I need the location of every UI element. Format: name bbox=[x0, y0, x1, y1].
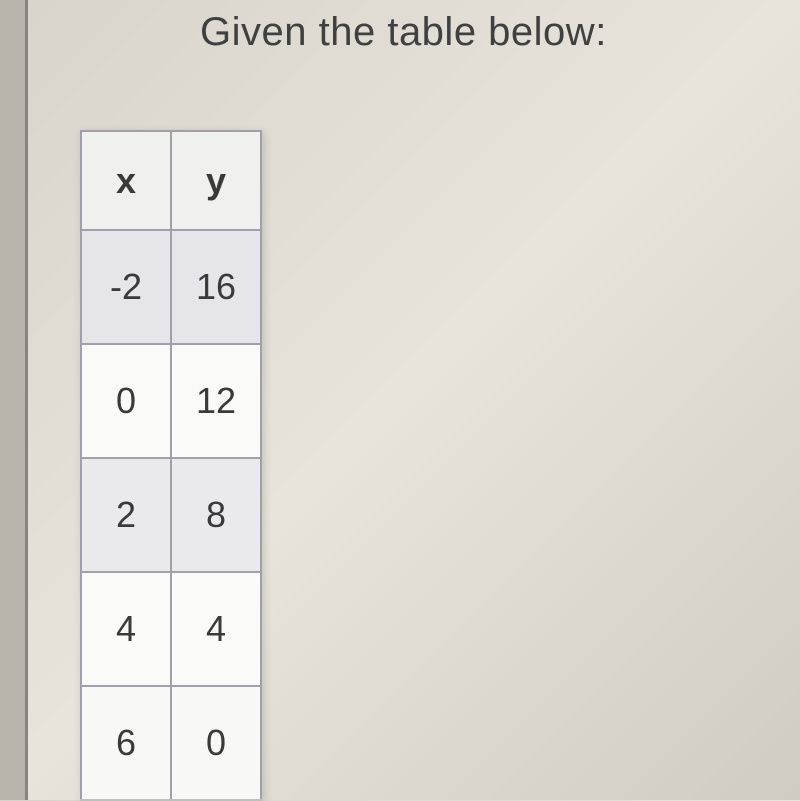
cell-x: -2 bbox=[81, 230, 171, 344]
table-row: 2 8 bbox=[81, 458, 261, 572]
cell-y: 0 bbox=[171, 686, 261, 800]
cell-x: 0 bbox=[81, 344, 171, 458]
cell-y: 4 bbox=[171, 572, 261, 686]
cell-x: 2 bbox=[81, 458, 171, 572]
table-row: 4 4 bbox=[81, 572, 261, 686]
xy-table: x y -2 16 0 12 2 8 4 4 6 0 bbox=[80, 130, 262, 801]
header-x: x bbox=[81, 131, 171, 230]
table-row: 0 12 bbox=[81, 344, 261, 458]
cell-y: 16 bbox=[171, 230, 261, 344]
question-title: Given the table below: bbox=[200, 10, 607, 55]
table-row: -2 16 bbox=[81, 230, 261, 344]
cell-x: 4 bbox=[81, 572, 171, 686]
table-header-row: x y bbox=[81, 131, 261, 230]
header-y: y bbox=[171, 131, 261, 230]
data-table-container: x y -2 16 0 12 2 8 4 4 6 0 bbox=[80, 130, 262, 801]
cell-y: 12 bbox=[171, 344, 261, 458]
page-edge bbox=[0, 0, 28, 800]
table-row: 6 0 bbox=[81, 686, 261, 800]
cell-x: 6 bbox=[81, 686, 171, 800]
cell-y: 8 bbox=[171, 458, 261, 572]
